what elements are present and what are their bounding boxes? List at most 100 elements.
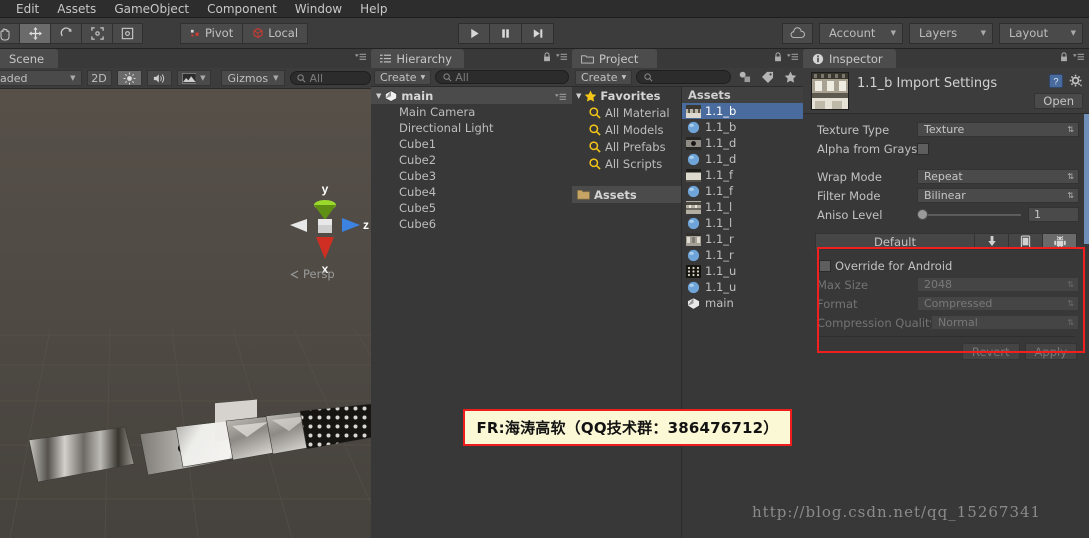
favorites-header[interactable]: ▼ Favorites	[572, 87, 681, 104]
menu-item-window[interactable]: Window	[286, 0, 351, 18]
asset-row[interactable]: 1.1_b	[682, 103, 803, 119]
asset-row[interactable]: 1.1_f	[682, 167, 803, 183]
hierarchy-item-main-camera[interactable]: Main Camera	[371, 104, 572, 120]
menu-item-edit[interactable]: Edit	[0, 0, 48, 18]
asset-row[interactable]: main	[682, 295, 803, 311]
panel-menu-icon[interactable]	[554, 92, 567, 102]
override-for-android-checkbox[interactable]	[819, 260, 831, 272]
platform-tab-standalone[interactable]	[974, 234, 1008, 249]
apply-button[interactable]: Apply	[1024, 343, 1077, 360]
inspector-scrollbar[interactable]	[1084, 114, 1089, 244]
hierarchy-item-cube3[interactable]: Cube3	[371, 168, 572, 184]
panel-menu-icon[interactable]	[354, 52, 367, 62]
effects-toggle-button[interactable]: ▼	[176, 70, 211, 86]
menu-item-help[interactable]: Help	[351, 0, 396, 18]
draw-mode-dropdown[interactable]: aded ▼	[0, 70, 82, 86]
layers-dropdown[interactable]: Layers ▼	[909, 22, 993, 44]
revert-button[interactable]: Revert	[961, 343, 1020, 360]
lock-icon[interactable]	[1060, 52, 1068, 62]
chevron-down-icon[interactable]: ▼	[376, 92, 381, 100]
asset-row[interactable]: 1.1_u	[682, 263, 803, 279]
gear-icon[interactable]	[1069, 74, 1083, 88]
hierarchy-search-input[interactable]: All	[435, 70, 569, 84]
compression-quality-dropdown[interactable]: Normal ⇅	[931, 315, 1079, 330]
rect-tool-button[interactable]	[112, 22, 143, 44]
hand-tool-button[interactable]	[0, 22, 19, 44]
hierarchy-item-cube6[interactable]: Cube6	[371, 216, 572, 232]
max-size-dropdown[interactable]: 2048 ⇅	[917, 277, 1079, 292]
hierarchy-item-cube5[interactable]: Cube5	[371, 200, 572, 216]
step-button[interactable]	[522, 22, 555, 44]
asset-row[interactable]: 1.1_r	[682, 231, 803, 247]
scene-viewport[interactable]: y z x Persp	[0, 89, 371, 538]
menu-item-assets[interactable]: Assets	[48, 0, 105, 18]
favorite-all-models[interactable]: All Models	[572, 121, 681, 138]
local-toggle-button[interactable]: Local	[243, 22, 309, 44]
tab-scene[interactable]: Scene	[0, 49, 58, 68]
project-search-input[interactable]	[636, 70, 731, 84]
scale-tool-button[interactable]	[81, 22, 112, 44]
wrap-mode-dropdown[interactable]: Repeat ⇅	[917, 169, 1079, 184]
menu-item-component[interactable]: Component	[198, 0, 286, 18]
layout-dropdown[interactable]: Layout ▼	[999, 22, 1083, 44]
filter-mode-dropdown[interactable]: Bilinear ⇅	[917, 188, 1079, 203]
favorite-all-material[interactable]: All Material	[572, 104, 681, 121]
asset-row[interactable]: 1.1_u	[682, 279, 803, 295]
filter-by-type-button[interactable]	[735, 70, 754, 85]
filter-by-label-button[interactable]	[758, 70, 777, 85]
menu-item-gameobject[interactable]: GameObject	[105, 0, 198, 18]
platform-tab-default[interactable]: Default	[816, 234, 974, 249]
aniso-level-input[interactable]: 1	[1028, 207, 1079, 222]
platform-tab-android[interactable]	[1042, 234, 1076, 249]
help-icon[interactable]: ?	[1049, 74, 1063, 88]
tab-project[interactable]: Project	[572, 49, 657, 68]
format-dropdown[interactable]: Compressed ⇅	[917, 296, 1079, 311]
hierarchy-item-directional-light[interactable]: Directional Light	[371, 120, 572, 136]
panel-menu-icon[interactable]	[786, 52, 799, 62]
hierarchy-item-cube2[interactable]: Cube2	[371, 152, 572, 168]
hierarchy-item-cube1[interactable]: Cube1	[371, 136, 572, 152]
lock-icon[interactable]	[543, 52, 551, 62]
favorite-all-scripts[interactable]: All Scripts	[572, 155, 681, 172]
lock-icon[interactable]	[774, 52, 782, 62]
pivot-toggle-button[interactable]: Pivot	[180, 22, 244, 44]
asset-row[interactable]: 1.1_b	[682, 119, 803, 135]
asset-row[interactable]: 1.1_l	[682, 199, 803, 215]
asset-row[interactable]: 1.1_l	[682, 215, 803, 231]
scene-search-input[interactable]: All	[290, 71, 371, 85]
filter-favorites-button[interactable]	[781, 70, 800, 85]
panel-menu-icon[interactable]	[555, 52, 568, 62]
lighting-toggle-button[interactable]	[116, 70, 142, 86]
tab-hierarchy[interactable]: Hierarchy	[371, 49, 464, 68]
hierarchy-item-cube4[interactable]: Cube4	[371, 184, 572, 200]
pause-button[interactable]	[490, 22, 523, 44]
chevron-down-icon[interactable]: ▼	[576, 92, 581, 100]
alpha-from-grayscale-checkbox[interactable]	[917, 142, 929, 155]
move-tool-button[interactable]	[19, 22, 50, 44]
tab-inspector[interactable]: Inspector	[803, 49, 896, 68]
asset-row[interactable]: 1.1_r	[682, 247, 803, 263]
project-assets-folder[interactable]: Assets	[572, 186, 681, 203]
asset-row[interactable]: 1.1_d	[682, 135, 803, 151]
favorite-all-prefabs[interactable]: All Prefabs	[572, 138, 681, 155]
hierarchy-create-button[interactable]: Create ▼	[374, 69, 432, 85]
hierarchy-scene-row[interactable]: ▼ main	[371, 87, 572, 104]
slider-knob[interactable]	[917, 209, 928, 220]
texture-type-dropdown[interactable]: Texture ⇅	[917, 122, 1079, 137]
audio-toggle-button[interactable]	[146, 70, 172, 86]
gizmos-dropdown[interactable]: Gizmos ▼	[220, 70, 286, 86]
open-button[interactable]: Open	[1034, 93, 1083, 109]
asset-row[interactable]: 1.1_f	[682, 183, 803, 199]
asset-row[interactable]: 1.1_d	[682, 151, 803, 167]
play-button[interactable]	[458, 22, 491, 44]
perspective-label[interactable]: Persp	[290, 267, 335, 281]
project-create-button[interactable]: Create ▼	[575, 69, 633, 85]
rotate-tool-button[interactable]	[50, 22, 81, 44]
aniso-level-slider[interactable]	[917, 209, 1021, 221]
account-dropdown[interactable]: Account ▼	[819, 22, 903, 44]
cloud-button[interactable]	[782, 22, 813, 44]
2d-toggle-button[interactable]: 2D	[86, 70, 112, 86]
panel-menu-icon[interactable]	[1072, 52, 1085, 62]
platform-tab-ios[interactable]	[1008, 234, 1042, 249]
axis-gizmo[interactable]: y z x	[280, 177, 371, 277]
